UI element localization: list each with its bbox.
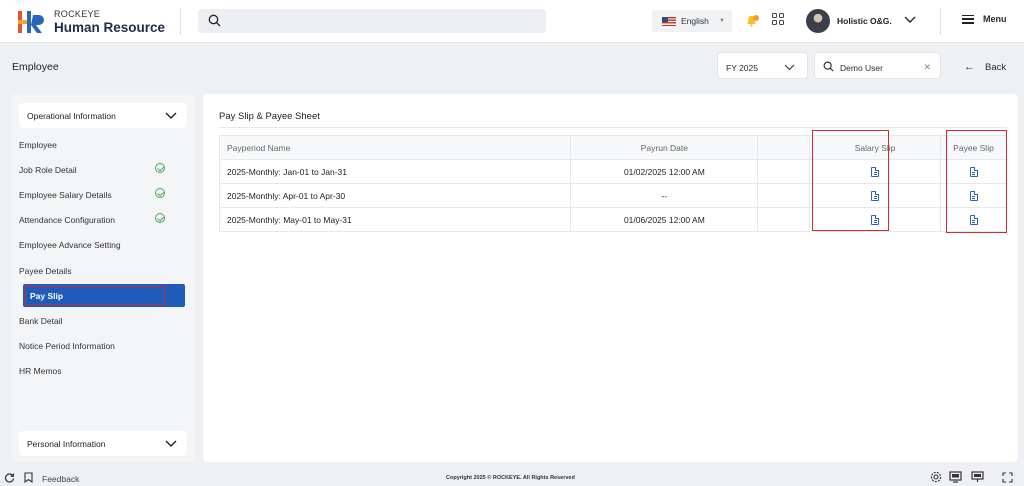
payrun-date-cell: 01/06/2025 12:00 AM (570, 207, 759, 232)
chevron-down-icon[interactable] (903, 14, 917, 26)
sidebar-item-label: HR Memos (19, 366, 62, 376)
salary-slip-highlight-box (812, 130, 889, 231)
us-flag-icon (662, 16, 676, 26)
sidebar-item-label: Bank Detail (19, 316, 63, 326)
divider (219, 127, 1007, 128)
payperiod-name-cell: 2025-Monthly: Apr-01 to Apr-30 (218, 183, 572, 208)
refresh-icon[interactable] (4, 472, 15, 485)
sidebar-item-bank-detail[interactable]: Bank Detail (19, 316, 175, 326)
accordion-operational-information[interactable]: Operational Information (19, 103, 187, 128)
avatar[interactable] (806, 9, 830, 33)
chevron-down-icon (784, 63, 795, 73)
payperiod-name-cell: 2025-Monthly: May-01 to May-31 (218, 207, 572, 232)
accordion-label: Operational Information (27, 111, 116, 121)
settings-icon[interactable] (930, 471, 942, 485)
sidebar-item-pay-slip[interactable]: Pay Slip (23, 284, 185, 307)
sidebar-item-label: Employee Advance Setting (19, 240, 121, 250)
sidebar-item-label: Job Role Detail (19, 165, 77, 175)
check-circle-icon (155, 163, 165, 173)
column-header-empty (757, 135, 811, 160)
empty-cell (757, 159, 811, 184)
monitor-icon[interactable] (949, 471, 962, 485)
display-icon[interactable] (971, 471, 984, 485)
payrun-date-cell: 01/02/2025 12:00 AM (570, 159, 759, 184)
bell-icon[interactable] (745, 13, 760, 29)
search-icon (208, 14, 221, 29)
sidebar-item-label: Notice Period Information (19, 341, 115, 351)
page-title: Employee (12, 61, 59, 73)
sidebar-item-label: Employee Salary Details (19, 190, 112, 200)
selected-user-value: Demo User (840, 63, 883, 73)
highlight-box (25, 286, 165, 305)
user-search-field[interactable]: Demo User ✕ (814, 52, 941, 79)
feedback-link[interactable]: Feedback (42, 474, 79, 484)
arrow-left-icon: ← (964, 61, 975, 73)
logo-mark-icon (18, 11, 44, 34)
app-logo[interactable]: ROCKEYE Human Resource (18, 10, 165, 35)
footer-right (930, 471, 1013, 485)
back-button[interactable]: ← Back (964, 61, 1006, 73)
empty-cell (757, 207, 811, 232)
sidebar-item-hr-memos[interactable]: HR Memos (19, 366, 175, 376)
hamburger-icon (962, 14, 974, 24)
sidebar-item-attendance-configuration[interactable]: Attendance Configuration (19, 213, 175, 225)
check-circle-icon (155, 188, 165, 198)
accordion-personal-information[interactable]: Personal Information (19, 431, 187, 456)
language-label: English (681, 16, 709, 26)
sidebar-item-employee-advance-setting[interactable]: Employee Advance Setting (19, 240, 175, 250)
column-header-payperiod-name[interactable]: Payperiod Name (218, 135, 572, 160)
menu-label: Menu (983, 14, 1007, 24)
column-header-payrun-date[interactable]: Payrun Date (570, 135, 759, 160)
sidebar-item-employee[interactable]: Employee (19, 140, 175, 150)
sidebar-item-payee-details[interactable]: Payee Details (19, 266, 175, 276)
copyright-text: Copyright 2025 © ROCKEYE. All Rights Res… (446, 475, 575, 481)
menu-button[interactable]: Menu (962, 14, 1007, 24)
payrun-date-cell: -- (570, 183, 759, 208)
sidebar-item-label: Attendance Configuration (19, 215, 115, 225)
sidebar-item-employee-salary-details[interactable]: Employee Salary Details (19, 188, 175, 200)
payperiod-name-cell: 2025-Monthly: Jan-01 to Jan-31 (218, 159, 572, 184)
search-icon (823, 61, 834, 74)
fiscal-year-select[interactable]: FY 2025 (717, 52, 808, 79)
divider (180, 8, 181, 35)
language-select[interactable]: English ▼ (652, 10, 732, 32)
sidebar-item-label: Payee Details (19, 266, 72, 276)
sidebar-item-notice-period-information[interactable]: Notice Period Information (19, 341, 175, 351)
bookmark-icon[interactable] (24, 472, 33, 485)
close-icon[interactable]: ✕ (923, 62, 931, 73)
global-search-input[interactable] (198, 9, 546, 33)
accordion-label: Personal Information (27, 439, 106, 449)
caret-down-icon: ▼ (719, 18, 725, 24)
chevron-down-icon (165, 440, 177, 450)
divider (940, 8, 941, 35)
expand-icon[interactable] (1002, 471, 1013, 485)
back-label: Back (985, 61, 1007, 73)
footer-left: Feedback (4, 472, 79, 485)
user-name[interactable]: Holistic O&G. (837, 16, 892, 26)
sidebar-item-job-role-detail[interactable]: Job Role Detail (19, 163, 175, 175)
check-circle-icon (155, 213, 165, 223)
apps-grid-icon[interactable] (772, 13, 784, 25)
brand-name: Human Resource (54, 20, 166, 35)
chevron-down-icon (165, 112, 177, 122)
fiscal-year-value: FY 2025 (726, 63, 758, 73)
payee-slip-highlight-box (946, 130, 1007, 233)
sidebar-item-label: Employee (19, 140, 57, 150)
empty-cell (757, 183, 811, 208)
section-title: Pay Slip & Payee Sheet (219, 111, 320, 122)
brand-top: ROCKEYE (54, 9, 101, 19)
